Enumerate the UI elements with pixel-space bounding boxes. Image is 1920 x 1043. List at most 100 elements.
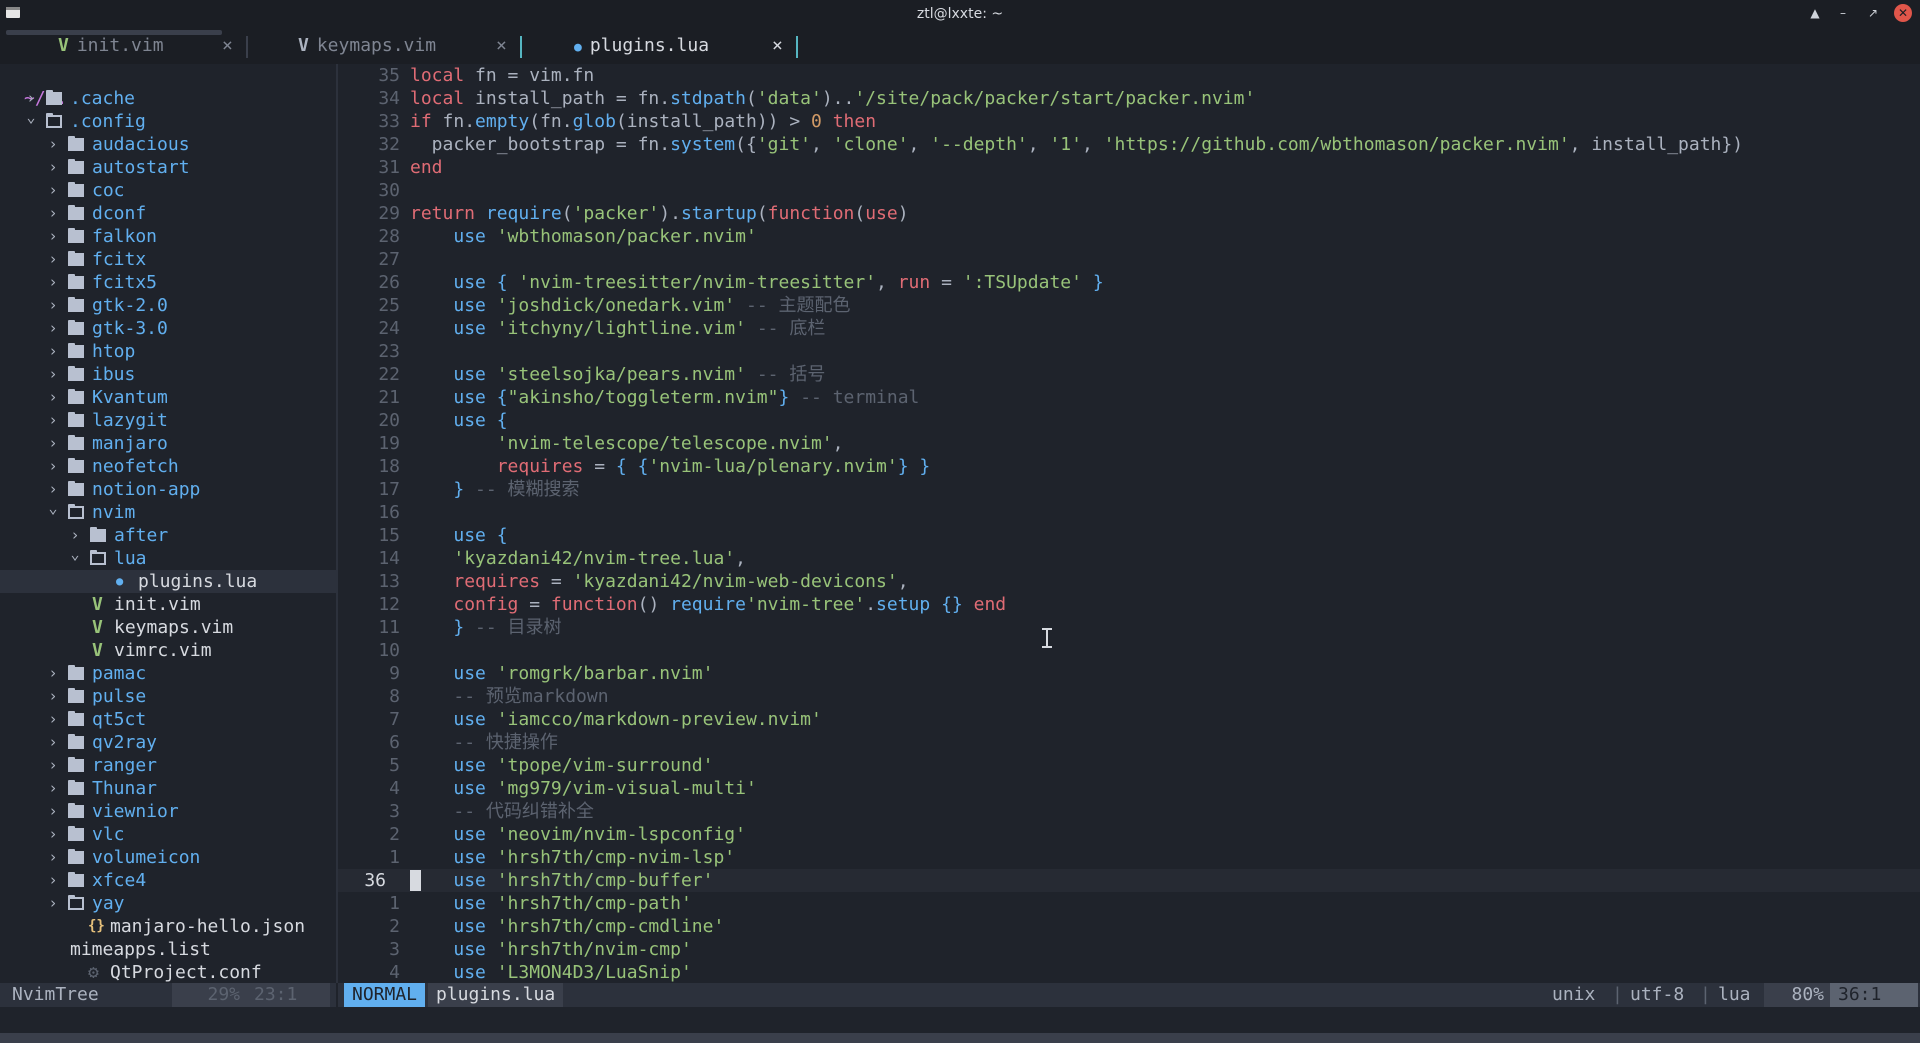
tab-init-vim[interactable]: Vinit.vim × [58, 28, 238, 64]
chevron-right-icon[interactable]: › [46, 662, 60, 685]
chevron-down-icon[interactable]: ⌄ [46, 497, 60, 520]
tree-folder-row[interactable]: › fcitx [0, 248, 336, 271]
chevron-down-icon[interactable]: ⌄ [68, 543, 82, 566]
tree-folder-row[interactable]: › manjaro [0, 432, 336, 455]
chevron-right-icon[interactable]: › [46, 156, 60, 179]
code-line[interactable]: 5 use 'tpope/vim-surround' [338, 754, 1920, 777]
code-line[interactable]: 11 } -- 目录树 [338, 616, 1920, 639]
tree-folder-row[interactable]: › qt5ct [0, 708, 336, 731]
code-line[interactable]: 27 [338, 248, 1920, 271]
code-line[interactable]: 29 return require('packer').startup(funct… [338, 202, 1920, 225]
tree-file-row[interactable]: Vinit.vim [0, 593, 336, 616]
chevron-right-icon[interactable]: › [46, 294, 60, 317]
tree-folder-row[interactable]: › dconf [0, 202, 336, 225]
tree-folder-row[interactable]: › .cache [0, 87, 336, 110]
tab-close-icon[interactable]: × [496, 28, 507, 64]
tree-folder-row[interactable]: › audacious [0, 133, 336, 156]
command-line[interactable] [0, 1007, 1920, 1033]
code-line[interactable]: 2 use 'hrsh7th/cmp-cmdline' [338, 915, 1920, 938]
tree-folder-row[interactable]: › viewnior [0, 800, 336, 823]
tree-folder-row[interactable]: › htop [0, 340, 336, 363]
code-line[interactable]: 17 } -- 模糊搜索 [338, 478, 1920, 501]
minimize-button[interactable]: – [1834, 4, 1852, 22]
chevron-right-icon[interactable]: › [46, 869, 60, 892]
tree-folder-row[interactable]: › Kvantum [0, 386, 336, 409]
chevron-right-icon[interactable]: › [46, 386, 60, 409]
tree-folder-row[interactable]: › ibus [0, 363, 336, 386]
code-line[interactable]: 6 -- 快捷操作 [338, 731, 1920, 754]
chevron-right-icon[interactable]: › [46, 892, 60, 915]
code-line[interactable]: 24 use 'itchyny/lightline.vim' -- 底栏 [338, 317, 1920, 340]
code-line[interactable]: 19 'nvim-telescope/telescope.nvim', [338, 432, 1920, 455]
tree-folder-row[interactable]: › autostart [0, 156, 336, 179]
code-line[interactable]: 12 config = function() require'nvim-tree… [338, 593, 1920, 616]
tree-folder-row[interactable]: › falkon [0, 225, 336, 248]
chevron-right-icon[interactable]: › [46, 777, 60, 800]
code-line[interactable]: 18 requires = { {'nvim-lua/plenary.nvim'… [338, 455, 1920, 478]
chevron-down-icon[interactable]: ⌄ [24, 106, 38, 129]
code-line[interactable]: 23 [338, 340, 1920, 363]
tree-folder-row[interactable]: › neofetch [0, 455, 336, 478]
chevron-right-icon[interactable]: › [46, 248, 60, 271]
tree-folder-row[interactable]: › lazygit [0, 409, 336, 432]
tree-folder-row[interactable]: › ranger [0, 754, 336, 777]
tree-folder-row[interactable]: › volumeicon [0, 846, 336, 869]
chevron-right-icon[interactable]: › [46, 409, 60, 432]
code-line[interactable]: 9 use 'romgrk/barbar.nvim' [338, 662, 1920, 685]
code-line[interactable]: 34 local install_path = fn.stdpath('data'… [338, 87, 1920, 110]
code-line[interactable]: 15 use { [338, 524, 1920, 547]
tree-folder-row[interactable]: › gtk-2.0 [0, 294, 336, 317]
tree-folder-row[interactable]: ⌄ lua [0, 545, 336, 570]
chevron-right-icon[interactable]: › [46, 271, 60, 294]
code-line[interactable]: 35 local fn = vim.fn [338, 64, 1920, 87]
tree-folder-row[interactable]: › vlc [0, 823, 336, 846]
chevron-right-icon[interactable]: › [46, 823, 60, 846]
tree-folder-row[interactable]: ⌄ .config [0, 108, 336, 133]
code-line[interactable]: 25 use 'joshdick/onedark.vim' -- 主题配色 [338, 294, 1920, 317]
chevron-right-icon[interactable]: › [46, 179, 60, 202]
chevron-right-icon[interactable]: › [46, 800, 60, 823]
tree-folder-row[interactable]: › coc [0, 179, 336, 202]
tree-folder-row[interactable]: › gtk-3.0 [0, 317, 336, 340]
chevron-right-icon[interactable]: › [46, 708, 60, 731]
code-line[interactable]: 28 use 'wbthomason/packer.nvim' [338, 225, 1920, 248]
code-line[interactable]: 1 use 'hrsh7th/cmp-path' [338, 892, 1920, 915]
code-line[interactable]: 26 use { 'nvim-treesitter/nvim-treesitte… [338, 271, 1920, 294]
tree-folder-row[interactable]: › after [0, 524, 336, 547]
code-line[interactable]: 3 use 'hrsh7th/nvim-cmp' [338, 938, 1920, 961]
code-line[interactable]: 32 packer_bootstrap = fn.system({'git', … [338, 133, 1920, 156]
chevron-right-icon[interactable]: › [46, 846, 60, 869]
code-line[interactable]: 22 use 'steelsojka/pears.nvim' -- 括号 [338, 363, 1920, 386]
chevron-right-icon[interactable]: › [46, 455, 60, 478]
chevron-right-icon[interactable]: › [46, 133, 60, 156]
tree-file-row[interactable]: ● plugins.lua [0, 570, 336, 593]
tab-close-icon[interactable]: × [772, 28, 783, 64]
code-line[interactable]: 4 use 'L3MON4D3/LuaSnip' [338, 961, 1920, 983]
code-line[interactable]: 3 -- 代码纠错补全 [338, 800, 1920, 823]
code-line[interactable]: 20 use { [338, 409, 1920, 432]
code-line[interactable]: 31 end [338, 156, 1920, 179]
chevron-right-icon[interactable]: › [46, 225, 60, 248]
tree-folder-row[interactable]: › pulse [0, 685, 336, 708]
code-line[interactable]: 1 use 'hrsh7th/cmp-nvim-lsp' [338, 846, 1920, 869]
chevron-right-icon[interactable]: › [46, 317, 60, 340]
code-line[interactable]: 33 if fn.empty(fn.glob(install_path)) > 0… [338, 110, 1920, 133]
chevron-right-icon[interactable]: › [46, 685, 60, 708]
chevron-right-icon[interactable]: › [46, 432, 60, 455]
code-line[interactable]: 4 use 'mg979/vim-visual-multi' [338, 777, 1920, 800]
tree-file-row[interactable]: Vvimrc.vim [0, 639, 336, 662]
tab-plugins-lua[interactable]: ● plugins.lua × [574, 28, 794, 64]
tree-file-row[interactable]: mimeapps.list [0, 938, 336, 961]
tab-keymaps-vim[interactable]: Vkeymaps.vim × [298, 28, 518, 64]
code-editor[interactable]: 35 local fn = vim.fn 34 local install_path … [338, 64, 1920, 983]
tree-folder-row[interactable]: › pamac [0, 662, 336, 685]
code-line[interactable]: 14 'kyazdani42/nvim-tree.lua', [338, 547, 1920, 570]
code-line[interactable]: 10 [338, 639, 1920, 662]
code-line[interactable]: 8 -- 预览markdown [338, 685, 1920, 708]
close-window-button[interactable]: ✕ [1894, 4, 1912, 22]
tree-file-row[interactable]: Vkeymaps.vim [0, 616, 336, 639]
code-line[interactable]: 2 use 'neovim/nvim-lspconfig' [338, 823, 1920, 846]
code-line[interactable]: 13 requires = 'kyazdani42/nvim-web-devic… [338, 570, 1920, 593]
current-code-line[interactable]: 36 use 'hrsh7th/cmp-buffer' [338, 869, 1920, 892]
keep-above-button[interactable]: ▲ [1806, 4, 1824, 22]
